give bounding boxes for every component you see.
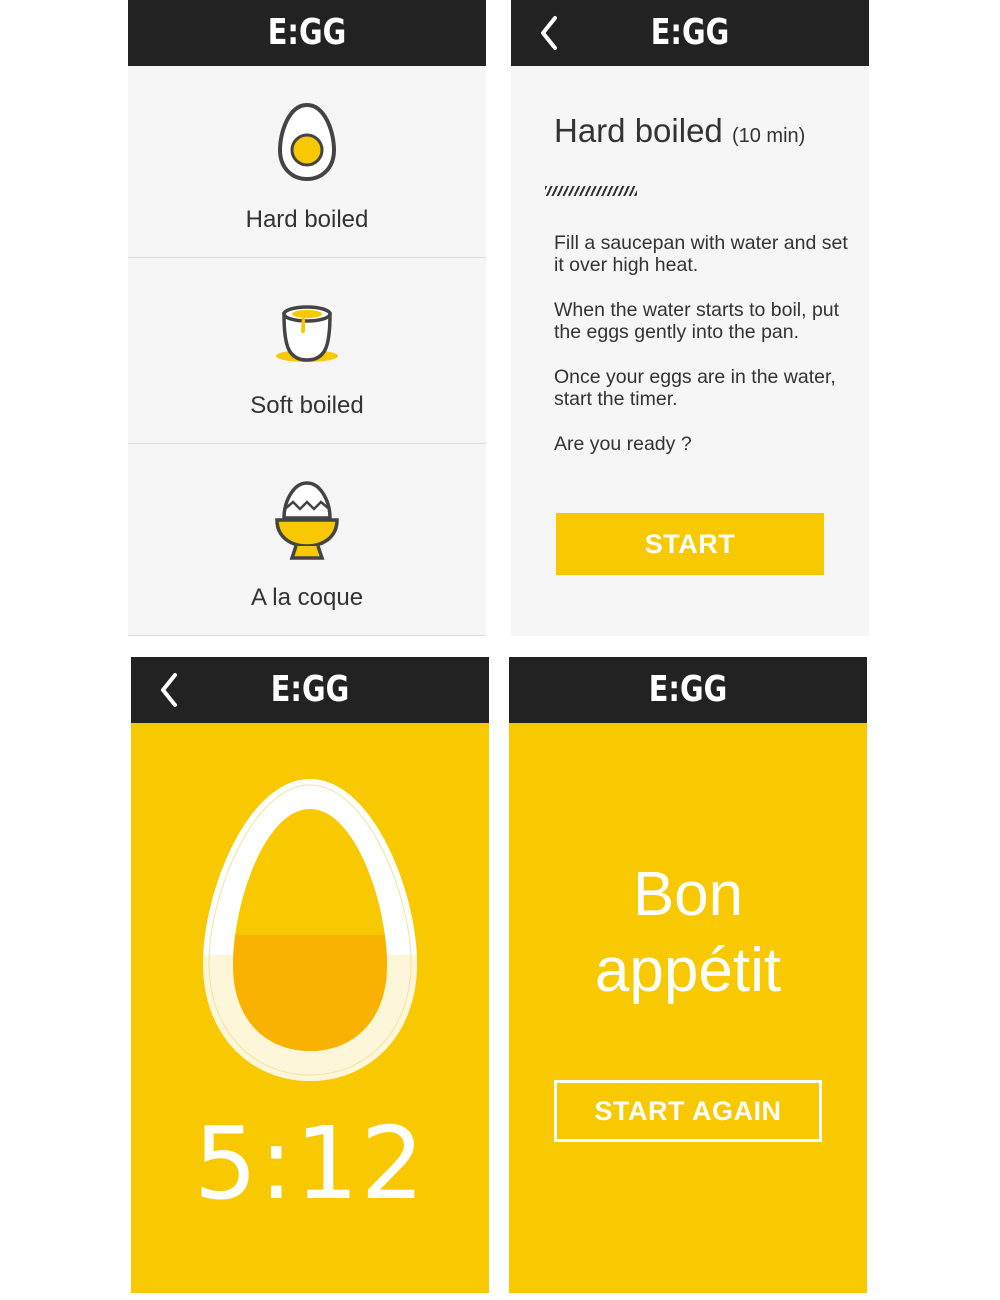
start-button[interactable]: START (556, 513, 824, 575)
recipe-name: Hard boiled (554, 112, 723, 149)
recipe-step: When the water starts to boil, put the e… (554, 299, 840, 343)
message-line: Bon (632, 860, 744, 929)
top-bar: E:GG (131, 657, 489, 723)
timer-screen: E:GG 5:12 (131, 657, 489, 1293)
app-logo: E:GG (270, 669, 350, 710)
hatch-divider (545, 186, 637, 196)
menu-item-label: A la coque (250, 584, 364, 611)
top-bar: E:GG (509, 657, 867, 723)
recipe-steps: Fill a saucepan with water and set it ov… (554, 232, 854, 478)
recipe-screen: E:GG Hard boiled (10 min) Fill a saucepa… (511, 0, 869, 636)
menu-item-a-la-coque[interactable]: A la coque (128, 444, 486, 635)
app-logo: E:GG (648, 669, 728, 710)
divider (128, 635, 486, 636)
recipe-duration: (10 min) (731, 125, 806, 147)
timer-readout: 5:12 (193, 1105, 427, 1222)
top-bar: E:GG (128, 0, 486, 66)
app-logo: E:GG (650, 12, 730, 53)
menu-item-label: Hard boiled (245, 206, 369, 233)
message-line: appétit (594, 936, 782, 1005)
menu-item-label: Soft boiled (250, 392, 364, 419)
soft-boiled-egg-icon (274, 300, 340, 371)
menu-screen: E:GG Hard boiled Soft boiled A la coque (128, 0, 486, 636)
recipe-step: Once your eggs are in the water, start t… (554, 366, 836, 410)
egg-timer-graphic (197, 775, 423, 1090)
app-logo: E:GG (267, 12, 347, 53)
recipe-title: Hard boiled (10 min) (554, 112, 805, 150)
hard-boiled-egg-icon (277, 102, 337, 187)
bon-appetit-message: Bon appétit (509, 857, 867, 1009)
recipe-step: Fill a saucepan with water and set it ov… (554, 232, 848, 276)
top-bar: E:GG (511, 0, 869, 66)
menu-item-soft-boiled[interactable]: Soft boiled (128, 258, 486, 443)
done-screen: E:GG Bon appétit START AGAIN (509, 657, 867, 1293)
egg-cup-icon (274, 480, 340, 567)
recipe-step: Are you ready ? (554, 433, 692, 455)
start-again-button[interactable]: START AGAIN (554, 1080, 822, 1142)
menu-item-hard-boiled[interactable]: Hard boiled (128, 66, 486, 257)
